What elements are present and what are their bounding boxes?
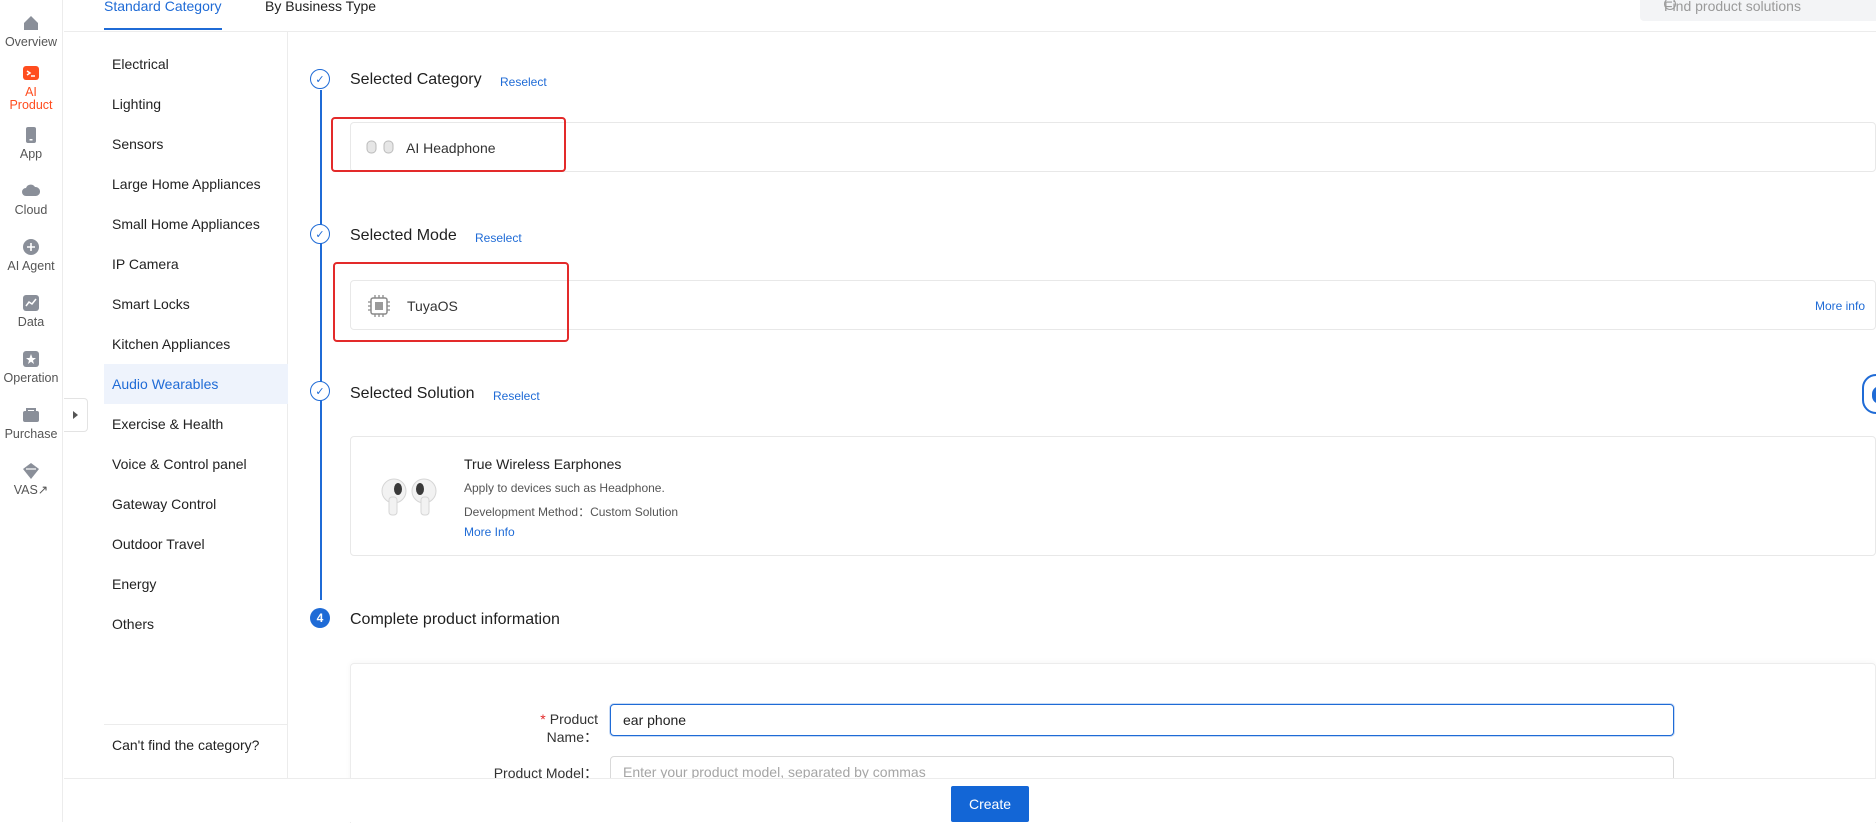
rail-item-operation[interactable]: Operation: [0, 350, 62, 385]
rail-item-app[interactable]: App: [0, 126, 62, 161]
mode-more-info-link[interactable]: More info: [1815, 299, 1865, 313]
step-title-category: Selected Category: [350, 71, 482, 88]
search-input[interactable]: Find product solutions: [1640, 0, 1876, 21]
create-button[interactable]: Create: [951, 786, 1029, 822]
category-item[interactable]: IP Camera: [104, 244, 288, 284]
solution-more-info-link[interactable]: More Info: [464, 525, 515, 539]
highlight-box: [331, 117, 566, 172]
product-name-label: * Product Name：: [488, 711, 598, 747]
tab-by-business-type[interactable]: By Business Type: [265, 0, 376, 14]
step-done-icon: ✓: [310, 381, 330, 401]
category-item[interactable]: Sensors: [104, 124, 288, 164]
category-item[interactable]: Lighting: [104, 84, 288, 124]
category-item[interactable]: Kitchen Appliances: [104, 324, 288, 364]
category-item[interactable]: Electrical: [104, 44, 288, 84]
tab-standard-category[interactable]: Standard Category: [104, 0, 222, 30]
product-name-label-text: Product Name：: [546, 711, 598, 745]
rail-label: Overview: [4, 35, 58, 49]
category-item[interactable]: Large Home Appliances: [104, 164, 288, 204]
rail-item-purchase[interactable]: Purchase: [0, 406, 62, 441]
rail-label: VAS↗: [13, 483, 49, 497]
product-name-input[interactable]: [610, 704, 1674, 736]
cloud-icon: [22, 184, 40, 196]
category-item[interactable]: Smart Locks: [104, 284, 288, 324]
cart-icon: [23, 408, 39, 422]
required-asterisk: *: [540, 711, 546, 727]
caret-right-icon: [73, 411, 78, 419]
rail-label: AI Agent: [7, 259, 55, 273]
solution-development-method: Development Method：Custom Solution: [464, 505, 679, 519]
solution-name: True Wireless Earphones: [464, 456, 622, 472]
reselect-mode-link[interactable]: Reselect: [475, 231, 522, 245]
selected-mode-card: TuyaOS More info: [350, 280, 1876, 330]
category-item[interactable]: Exercise & Health: [104, 404, 288, 444]
step-title-solution: Selected Solution: [350, 385, 475, 402]
rail-label: Purchase: [4, 427, 58, 441]
category-item[interactable]: Gateway Control: [104, 484, 288, 524]
rail-label: Cloud: [14, 203, 48, 217]
rail-item-cloud[interactable]: Cloud: [0, 182, 62, 217]
left-nav-rail: Overview AI Product App Cloud AI Agent D…: [0, 0, 63, 822]
rail-item-overview[interactable]: Overview: [0, 14, 62, 49]
step-done-icon: ✓: [310, 69, 330, 89]
rail-label: AI Product: [9, 85, 53, 112]
plus-circle-icon: [23, 239, 39, 255]
step-done-icon: ✓: [310, 224, 330, 244]
category-item[interactable]: Small Home Appliances: [104, 204, 288, 244]
search-placeholder: Find product solutions: [1664, 0, 1801, 14]
rail-item-ai-agent[interactable]: AI Agent: [0, 238, 62, 273]
selected-category-card: AI Headphone: [350, 122, 1876, 172]
rail-label: Data: [17, 315, 45, 329]
cant-find-category-link[interactable]: Can't find the category?: [104, 724, 288, 753]
chart-icon: [23, 295, 39, 311]
reselect-category-link[interactable]: Reselect: [500, 75, 547, 89]
floating-assistant-button[interactable]: [1862, 374, 1876, 414]
phone-icon: [26, 127, 36, 143]
diamond-icon: [23, 463, 39, 479]
star-box-icon: [23, 351, 39, 367]
rail-label: App: [19, 147, 43, 161]
step-title-mode: Selected Mode: [350, 227, 457, 244]
home-icon: [24, 16, 38, 30]
solution-description: Apply to devices such as Headphone.: [464, 481, 665, 495]
terminal-icon: [23, 66, 39, 80]
selected-solution-card: True Wireless Earphones Apply to devices…: [350, 436, 1876, 556]
rail-item-vas[interactable]: VAS↗: [0, 462, 62, 497]
category-item[interactable]: Outdoor Travel: [104, 524, 288, 564]
category-item-active[interactable]: Audio Wearables: [104, 364, 288, 404]
rail-item-data[interactable]: Data: [0, 294, 62, 329]
earbuds-icon: [381, 478, 437, 516]
rail-item-ai-product[interactable]: AI Product: [0, 64, 62, 112]
rail-label: Operation: [3, 371, 59, 385]
step-number-badge: 4: [310, 608, 330, 628]
category-item[interactable]: Energy: [104, 564, 288, 604]
category-item[interactable]: Voice & Control panel: [104, 444, 288, 484]
category-list: Electrical Lighting Sensors Large Home A…: [104, 32, 288, 792]
step-connector: [320, 90, 322, 600]
category-tabs: Standard Category By Business Type Find …: [64, 0, 1876, 32]
sidebar-collapse-toggle[interactable]: [64, 398, 88, 432]
reselect-solution-link[interactable]: Reselect: [493, 389, 540, 403]
step-title-info: Complete product information: [350, 611, 560, 628]
highlight-box: [333, 262, 569, 342]
category-item[interactable]: Others: [104, 604, 288, 644]
